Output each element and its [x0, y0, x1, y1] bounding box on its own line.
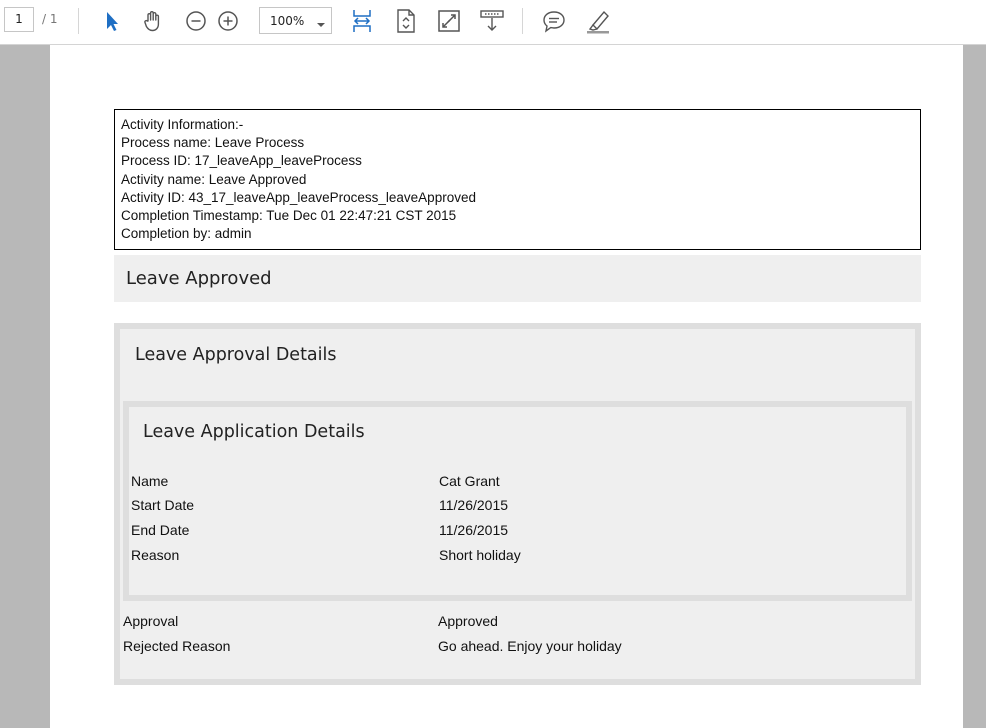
select-arrow-icon[interactable] — [97, 7, 125, 35]
chevron-down-icon — [316, 15, 326, 34]
info-line: Activity Information:- — [121, 117, 244, 132]
form-title-band: Leave Approved — [114, 255, 921, 302]
field-label: Name — [131, 473, 169, 489]
full-screen-icon[interactable] — [435, 7, 463, 35]
leave-application-section: Leave Application Details Name Cat Grant… — [123, 401, 912, 601]
info-line: Activity ID: 43_17_leaveApp_leaveProcess… — [121, 189, 476, 205]
page-number-input[interactable]: 1 — [4, 7, 34, 32]
info-line: Completion Timestamp: Tue Dec 01 22:47:2… — [121, 208, 457, 224]
info-line: Activity name: Leave Approved — [121, 171, 307, 187]
fit-page-icon[interactable] — [392, 7, 420, 35]
info-line: Process name: Leave Process — [121, 135, 305, 151]
field-value: Approved — [438, 613, 498, 629]
leave-approval-section: Leave Approval Details Leave Application… — [114, 323, 921, 685]
toolbar-divider — [522, 8, 523, 34]
field-value: Go ahead. Enjoy your holiday — [438, 638, 622, 654]
toolbar-divider — [78, 8, 79, 34]
field-label: Reason — [131, 547, 180, 563]
download-icon[interactable] — [478, 7, 506, 35]
field-value: 11/26/2015 — [439, 522, 509, 538]
field-value: 11/26/2015 — [439, 497, 509, 513]
document-viewer[interactable]: Activity Information:- Process name: Lea… — [0, 45, 986, 728]
field-label: End Date — [131, 522, 190, 538]
pdf-toolbar: 1 / 1 100% — [0, 0, 986, 45]
section-title: Leave Application Details — [143, 422, 365, 442]
comment-icon[interactable] — [540, 7, 568, 35]
zoom-select[interactable]: 100% — [259, 7, 332, 34]
section-title: Leave Approval Details — [135, 345, 337, 365]
pdf-page: Activity Information:- Process name: Lea… — [50, 45, 963, 728]
field-label: Rejected Reason — [123, 638, 231, 654]
field-value: Cat Grant — [439, 473, 500, 489]
field-label: Start Date — [131, 497, 195, 513]
fit-width-icon[interactable] — [348, 7, 376, 35]
page-total-label: / 1 — [42, 12, 58, 26]
activity-info-box: Activity Information:- Process name: Lea… — [114, 109, 921, 250]
form-title: Leave Approved — [126, 268, 272, 289]
zoom-in-icon[interactable] — [214, 7, 242, 35]
info-line: Process ID: 17_leaveApp_leaveProcess — [121, 153, 362, 169]
field-label: Approval — [123, 613, 179, 629]
info-line: Completion by: admin — [121, 226, 252, 242]
highlight-pen-icon[interactable] — [584, 7, 612, 35]
hand-pan-icon[interactable] — [139, 7, 167, 35]
zoom-value: 100% — [270, 14, 305, 28]
zoom-out-icon[interactable] — [182, 7, 210, 35]
field-value: Short holiday — [439, 547, 521, 563]
